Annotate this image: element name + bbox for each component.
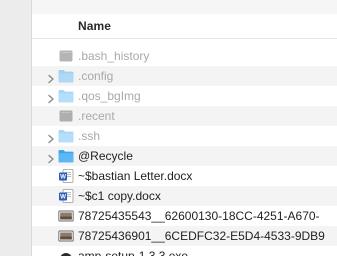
file-name: .qos_bgImg [78,89,141,103]
disclosure-chevron-icon[interactable] [46,71,56,84]
folder-icon [58,69,74,83]
file-name: 78725436901__6CEDFC32-E5D4-4533-9DB9 [78,229,325,243]
file-row[interactable]: .bash_history [32,46,337,66]
folder-icon [58,149,74,163]
finder-window: Name .bash_history .config .qos_bgImg .r… [0,0,337,256]
file-row[interactable]: .qos_bgImg [32,86,337,106]
file-row[interactable]: amp-setup-1.3.3.exe [32,246,337,256]
file-name: ~$c1 copy.docx [78,189,161,203]
word-icon: W [58,189,74,203]
file-name: .bash_history [78,49,150,63]
toolbar-edge [32,0,337,14]
file-row[interactable]: @Recycle [32,146,337,166]
file-row[interactable]: .ssh [32,126,337,146]
image-icon [58,209,74,223]
document-icon [58,49,74,63]
disclosure-chevron-icon[interactable] [46,151,56,164]
name-column-header[interactable]: Name [78,19,111,33]
file-row[interactable]: W ~$c1 copy.docx [32,186,337,206]
word-icon: W [58,169,74,183]
file-list: .bash_history .config .qos_bgImg .recent… [32,46,337,256]
file-name: amp-setup-1.3.3.exe [78,249,189,256]
file-row[interactable]: 78725435543__62600130-18CC-4251-A670- [32,206,337,226]
file-row[interactable]: W ~$bastian Letter.docx [32,166,337,186]
exe-icon [58,249,74,256]
file-name: .recent [78,109,115,123]
disclosure-chevron-icon[interactable] [46,91,56,104]
document-icon [58,109,74,123]
file-row[interactable]: .config [32,66,337,86]
file-name: ~$bastian Letter.docx [78,169,193,183]
file-name: 78725435543__62600130-18CC-4251-A670- [78,209,320,223]
file-row[interactable]: .recent [32,106,337,126]
svg-text:W: W [60,194,66,201]
column-header: Name [32,14,337,39]
sidebar [0,0,32,256]
file-name: .config [78,69,114,83]
disclosure-chevron-icon[interactable] [46,131,56,144]
svg-text:W: W [60,174,66,181]
image-icon [58,229,74,243]
folder-icon [58,129,74,143]
file-row[interactable]: 78725436901__6CEDFC32-E5D4-4533-9DB9 [32,226,337,246]
folder-icon [58,89,74,103]
file-name: .ssh [78,129,101,143]
file-name: @Recycle [78,149,133,163]
